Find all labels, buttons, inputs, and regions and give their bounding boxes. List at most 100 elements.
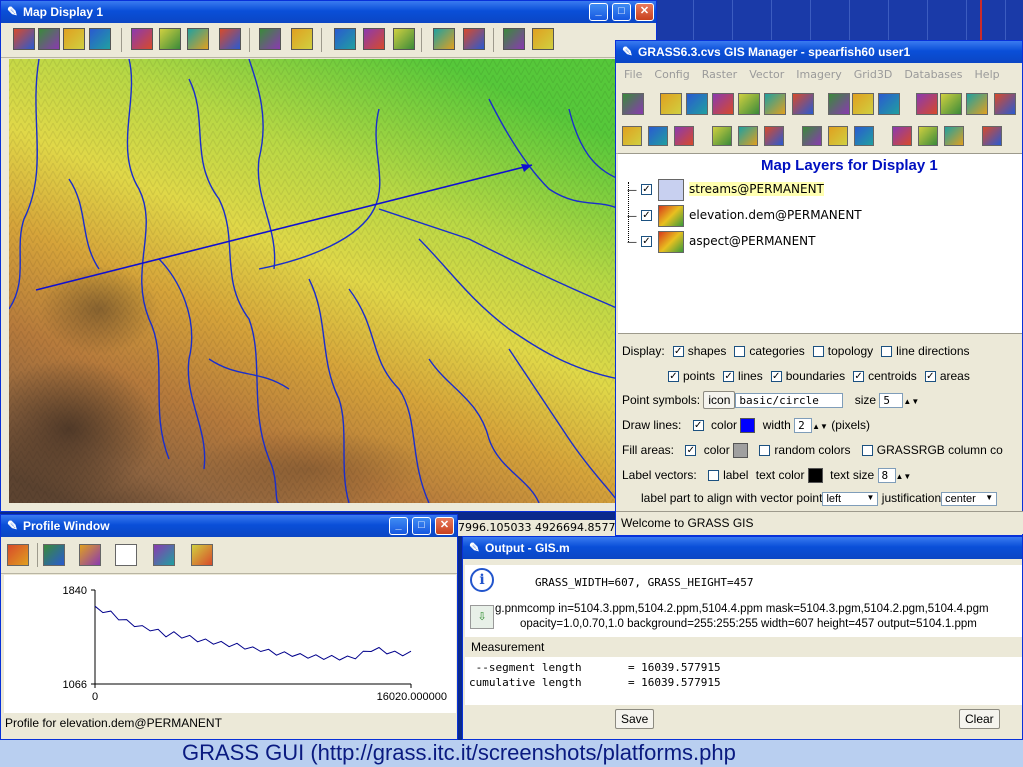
minimize-button[interactable]: _: [589, 3, 608, 21]
draw-profile-icon[interactable]: [43, 544, 65, 566]
map-display-titlebar[interactable]: ✎ Map Display 1 _ □ ✕: [1, 1, 656, 23]
display-centroids-checkbox[interactable]: ✓: [853, 371, 865, 383]
pan-icon[interactable]: [219, 28, 241, 50]
text-size-spin-arrows-icon[interactable]: ▲▼: [896, 472, 912, 481]
save-icon[interactable]: [433, 28, 455, 50]
symbol-field[interactable]: basic/circle: [735, 393, 844, 408]
label-checkbox[interactable]: [708, 470, 720, 482]
profile-plot-icon[interactable]: [115, 544, 137, 566]
query-icon[interactable]: [334, 28, 356, 50]
zoom-out-icon[interactable]: [187, 28, 209, 50]
print-icon[interactable]: [463, 28, 485, 50]
legend-icon[interactable]: [764, 93, 786, 115]
ps-icon[interactable]: [966, 93, 988, 115]
output-text-area[interactable]: i GRASS_WIDTH=607, GRASS_HEIGHT=457 ⇩ g.…: [465, 565, 1022, 705]
render-icon[interactable]: [38, 28, 60, 50]
output-titlebar[interactable]: ✎ Output - GIS.m: [463, 537, 1022, 559]
clear-profile-icon[interactable]: [79, 544, 101, 566]
layer-row[interactable]: — ✓ aspect@PERMANENT: [627, 230, 816, 253]
tools-icon[interactable]: [532, 28, 554, 50]
map-canvas[interactable]: [9, 59, 619, 503]
save-icon[interactable]: [191, 544, 213, 566]
gear-icon[interactable]: [674, 126, 694, 146]
menu-file[interactable]: File: [624, 68, 642, 81]
line-color-swatch[interactable]: [740, 418, 756, 434]
display-topology-checkbox[interactable]: [812, 346, 824, 358]
text-icon[interactable]: [940, 93, 962, 115]
text-size-spinbox[interactable]: 8: [877, 468, 896, 483]
layer-visible-checkbox[interactable]: ✓: [641, 184, 652, 195]
grid-overlay-icon[interactable]: [648, 126, 668, 146]
width-spinbox[interactable]: 2: [794, 418, 813, 433]
menu-vector[interactable]: Vector: [749, 68, 784, 81]
overlay-icon[interactable]: [63, 28, 85, 50]
display-categories-checkbox[interactable]: [734, 346, 746, 358]
display-boundaries-checkbox[interactable]: ✓: [770, 371, 782, 383]
minimize-button[interactable]: _: [389, 517, 408, 535]
new-display-icon[interactable]: [622, 93, 644, 115]
text-color-swatch[interactable]: [807, 468, 823, 484]
grassrgb-checkbox[interactable]: [861, 445, 873, 457]
new-file-icon[interactable]: [802, 126, 822, 146]
display-line-directions-checkbox[interactable]: [881, 346, 893, 358]
copy-icon[interactable]: [738, 126, 758, 146]
digitize-icon[interactable]: [892, 126, 912, 146]
random-colors-checkbox[interactable]: [759, 445, 771, 457]
menu-grid3d[interactable]: Grid3D: [854, 68, 893, 81]
raster-select-icon[interactable]: [7, 544, 29, 566]
zoom-in-icon[interactable]: [159, 28, 181, 50]
nviz-icon[interactable]: [944, 126, 964, 146]
layer-visible-checkbox[interactable]: ✓: [641, 210, 652, 221]
display-points-checkbox[interactable]: ✓: [668, 371, 679, 383]
draw-lines-checkbox[interactable]: ✓: [692, 420, 704, 432]
save-button[interactable]: Save: [615, 709, 655, 729]
fill-color-swatch[interactable]: [733, 443, 749, 459]
layer-row[interactable]: — ✓ streams@PERMANENT: [627, 178, 824, 201]
menu-config[interactable]: Config: [654, 68, 689, 81]
layer-tree-scrollbar[interactable]: [618, 333, 1022, 340]
chart-icon[interactable]: [828, 93, 850, 115]
nviz-icon[interactable]: [503, 28, 525, 50]
erase-icon[interactable]: [89, 28, 111, 50]
measure-icon[interactable]: [363, 28, 385, 50]
eraser-icon[interactable]: [153, 544, 175, 566]
pointer-icon[interactable]: [131, 28, 153, 50]
raster-add-icon[interactable]: [660, 93, 682, 115]
cut-icon[interactable]: [764, 126, 784, 146]
zoom-back-icon[interactable]: [259, 28, 281, 50]
maximize-button[interactable]: □: [612, 3, 631, 21]
grid-icon[interactable]: [878, 93, 900, 115]
display-lines-checkbox[interactable]: ✓: [723, 371, 735, 383]
fill-areas-checkbox[interactable]: ✓: [685, 445, 697, 457]
menu-help[interactable]: Help: [975, 68, 1000, 81]
cats-icon[interactable]: [738, 93, 760, 115]
histogram-icon[interactable]: [712, 93, 734, 115]
zoom-menu-icon[interactable]: [291, 28, 313, 50]
close-button[interactable]: ✕: [435, 517, 454, 535]
layer-row[interactable]: — ✓ elevation.dem@PERMANENT: [627, 204, 862, 227]
maximize-button[interactable]: □: [412, 517, 431, 535]
size-spin-arrows-icon[interactable]: ▲▼: [903, 397, 919, 406]
icon-button[interactable]: icon: [703, 391, 736, 409]
save-icon[interactable]: [854, 126, 874, 146]
folder-icon[interactable]: [712, 126, 732, 146]
close-button[interactable]: ✕: [635, 3, 654, 21]
rgb-add-icon[interactable]: [686, 93, 708, 115]
width-spin-arrows-icon[interactable]: ▲▼: [812, 422, 828, 431]
clear-button[interactable]: Clear: [959, 709, 1000, 729]
menu-databases[interactable]: Databases: [904, 68, 962, 81]
vector-add-icon[interactable]: [792, 93, 814, 115]
display-shapes-checkbox[interactable]: ✓: [672, 346, 684, 358]
edit-icon[interactable]: [982, 126, 1002, 146]
gis-manager-titlebar[interactable]: ✎ GRASS6.3.cvs GIS Manager - spearfish60…: [616, 41, 1022, 63]
display-areas-checkbox[interactable]: ✓: [924, 371, 936, 383]
thematic-icon[interactable]: [852, 93, 874, 115]
profile-icon[interactable]: [393, 28, 415, 50]
menu-raster[interactable]: Raster: [702, 68, 737, 81]
labels-icon[interactable]: [916, 93, 938, 115]
open-file-icon[interactable]: [828, 126, 848, 146]
size-spinbox[interactable]: 5: [879, 393, 904, 408]
north-arrow-icon[interactable]: [622, 126, 642, 146]
justification-select[interactable]: center ▼: [941, 492, 998, 506]
menu-imagery[interactable]: Imagery: [796, 68, 841, 81]
